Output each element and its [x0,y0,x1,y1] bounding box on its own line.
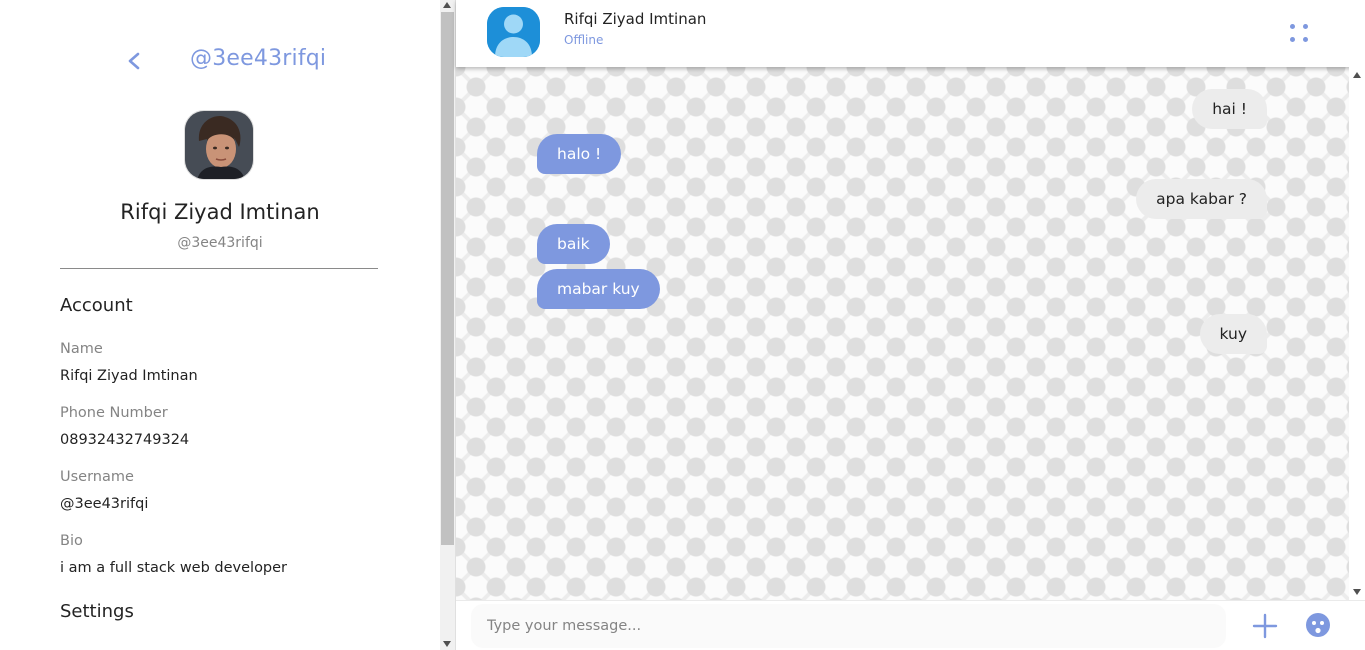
bio-label: Bio [60,533,83,549]
username-value: @3ee43rifqi [60,496,149,512]
scroll-up-arrow-icon[interactable] [1353,72,1361,78]
message-list[interactable]: hai ! halo ! apa kabar ? baik mabar kuy … [456,67,1365,600]
profile-handle-title: @3ee43rifqi [190,46,327,71]
scroll-down-arrow-icon[interactable] [443,641,451,647]
phone-value: 08932432749324 [60,432,190,448]
settings-section-title[interactable]: Settings [60,601,134,622]
name-value: Rifqi Ziyad Imtinan [60,368,198,384]
emoji-icon [1306,613,1330,637]
scroll-up-arrow-icon[interactable] [443,2,451,8]
profile-name: Rifqi Ziyad Imtinan [120,200,320,224]
contact-avatar[interactable] [487,7,540,57]
back-button[interactable] [124,46,146,76]
add-attachment-button[interactable] [1252,613,1278,639]
phone-label: Phone Number [60,405,168,421]
divider [60,268,378,269]
message-incoming[interactable]: mabar kuy [537,269,660,309]
chat-header: Rifqi Ziyad Imtinan Offline [456,0,1365,67]
four-dots-menu-icon[interactable] [1288,22,1312,46]
user-icon [487,7,540,57]
chat-app: @3ee43rifqi Rifqi Ziyad Imtinan @3ee43ri… [0,0,1365,650]
username-label: Username [60,469,134,485]
account-section-title: Account [60,295,133,316]
chat-scrollbar[interactable] [1349,67,1365,600]
profile-panel: @3ee43rifqi Rifqi Ziyad Imtinan @3ee43ri… [0,0,440,650]
scrollbar-thumb[interactable] [441,12,454,545]
message-incoming[interactable]: halo ! [537,134,622,174]
message-composer [456,600,1365,650]
scroll-down-arrow-icon[interactable] [1353,589,1361,595]
name-label: Name [60,341,103,357]
profile-scrollbar[interactable] [440,0,455,650]
bio-value: i am a full stack web developer [60,560,288,576]
contact-name: Rifqi Ziyad Imtinan [564,10,707,28]
message-incoming[interactable]: baik [537,224,610,264]
profile-avatar[interactable] [184,110,254,180]
chat-panel: Rifqi Ziyad Imtinan Offline hai ! halo !… [456,0,1365,650]
plus-icon [1252,613,1278,639]
message-input[interactable] [471,604,1226,648]
chevron-left-icon [128,52,140,70]
message-outgoing[interactable]: apa kabar ? [1136,179,1267,219]
message-outgoing[interactable]: hai ! [1192,89,1267,129]
contact-status: Offline [564,33,604,47]
profile-username: @3ee43rifqi [177,235,263,251]
message-outgoing[interactable]: kuy [1199,314,1267,354]
emoji-button[interactable] [1305,612,1331,638]
